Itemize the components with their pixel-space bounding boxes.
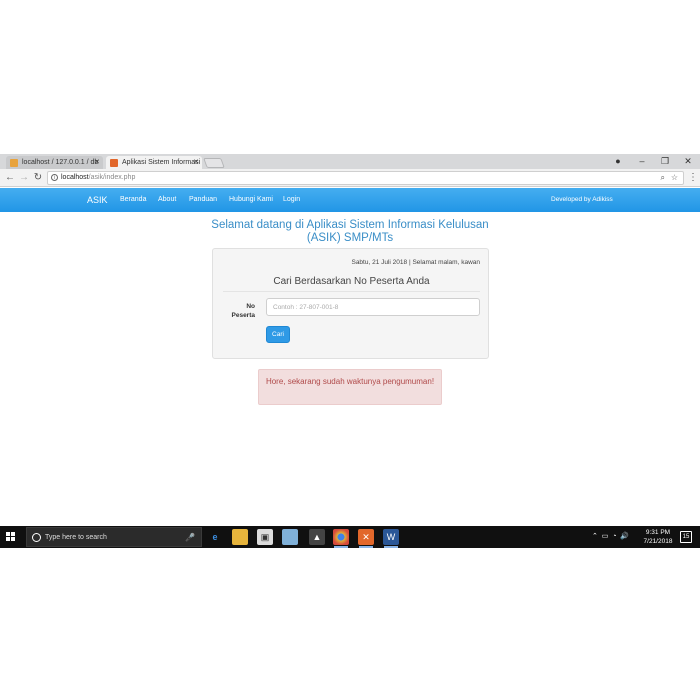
tab-label: Aplikasi Sistem Informasi — [122, 159, 201, 166]
clock-time: 9:31 PM — [645, 529, 671, 536]
page-title: Selamat datang di Aplikasi Sistem Inform… — [211, 219, 489, 244]
network-icon[interactable]: ◔ — [612, 533, 616, 540]
windows-taskbar: Type here to search 🎤 e ▣ ▲ ✕ W ⌃ ▭ ◔ 🔊 … — [0, 526, 700, 548]
developer-credit: Developed by Adikiss — [551, 196, 613, 203]
edge-icon[interactable]: e — [207, 529, 223, 545]
notepad-icon[interactable] — [282, 529, 298, 545]
nav-panduan[interactable]: Panduan — [189, 188, 217, 212]
date-greeting: Sabtu, 21 Juli 2018 | Selamat malam, kaw… — [351, 259, 480, 266]
chrome-icon[interactable] — [333, 529, 349, 548]
system-tray[interactable]: ⌃ ▭ ◔ 🔊 — [592, 526, 629, 548]
windows-start-icon[interactable] — [6, 532, 16, 542]
app-icon[interactable]: ▲ — [309, 529, 325, 545]
zoom-icon[interactable]: ⌕ — [661, 172, 665, 184]
nav-hubungi-kami[interactable]: Hubungi Kami — [229, 188, 273, 212]
panel-heading: Cari Berdasarkan No Peserta Anda — [223, 276, 480, 292]
chevron-up-icon[interactable]: ⌃ — [592, 533, 598, 540]
back-icon[interactable]: ← — [3, 171, 17, 185]
info-icon[interactable]: i — [51, 174, 58, 181]
nav-beranda[interactable]: Beranda — [120, 188, 146, 212]
cortana-icon — [32, 533, 41, 542]
close-tab-icon[interactable]: ✕ — [193, 156, 199, 169]
browser-tabstrip: localhost / 127.0.0.1 / db ✕ Aplikasi Si… — [0, 154, 700, 169]
xampp-taskbar-icon[interactable]: ✕ — [358, 529, 374, 548]
restore-icon[interactable]: ❐ — [655, 154, 675, 169]
menu-icon[interactable]: ⋮ — [686, 171, 700, 185]
close-tab-icon[interactable]: ✕ — [94, 156, 100, 169]
no-peserta-input[interactable] — [266, 298, 480, 316]
new-tab-button[interactable] — [203, 158, 225, 168]
minimize-icon[interactable]: – — [632, 154, 652, 169]
cari-button[interactable]: Cari — [266, 326, 290, 343]
tab-phpmyadmin[interactable]: localhost / 127.0.0.1 / db ✕ — [6, 156, 103, 169]
word-icon[interactable]: W — [383, 529, 399, 548]
url-path: /asik/index.php — [88, 174, 136, 181]
tab-asik[interactable]: Aplikasi Sistem Informasi ✕ — [106, 156, 202, 169]
close-window-icon[interactable]: ✕ — [678, 154, 698, 169]
taskbar-search-placeholder: Type here to search — [45, 534, 107, 541]
taskbar-clock[interactable]: 9:31 PM 7/21/2018 — [640, 528, 676, 546]
action-center-icon[interactable]: 15 — [680, 531, 692, 543]
brand-link[interactable]: ASIK — [87, 188, 108, 212]
file-explorer-icon[interactable] — [232, 529, 248, 545]
nav-about[interactable]: About — [158, 188, 176, 212]
site-navbar: ASIK Beranda About Panduan Hubungi Kami … — [0, 188, 700, 212]
browser-toolbar: ← → ↻ i localhost/asik/index.php ⌕ ☆ ⋮ — [0, 169, 700, 187]
volume-icon[interactable]: 🔊 — [620, 533, 629, 540]
taskbar-search[interactable]: Type here to search 🎤 — [26, 527, 202, 547]
no-peserta-label: No Peserta — [231, 303, 256, 319]
clock-date: 7/21/2018 — [643, 538, 673, 545]
store-icon[interactable]: ▣ — [257, 529, 273, 545]
url-host: localhost — [61, 174, 89, 181]
battery-icon[interactable]: ▭ — [602, 533, 609, 540]
search-panel: Sabtu, 21 Juli 2018 | Selamat malam, kaw… — [212, 248, 489, 359]
microphone-icon[interactable]: 🎤 — [185, 528, 195, 547]
profile-icon[interactable]: ● — [608, 154, 628, 169]
forward-icon[interactable]: → — [17, 171, 31, 185]
screenshot: localhost / 127.0.0.1 / db ✕ Aplikasi Si… — [0, 154, 700, 548]
xampp-icon — [110, 159, 118, 167]
announcement-alert: Hore, sekarang sudah waktunya pengumuman… — [258, 369, 442, 405]
nav-login[interactable]: Login — [283, 188, 300, 212]
phpmyadmin-icon — [10, 159, 18, 167]
reload-icon[interactable]: ↻ — [31, 171, 45, 185]
tab-label: localhost / 127.0.0.1 / db — [22, 159, 99, 166]
address-bar[interactable]: i localhost/asik/index.php ⌕ ☆ — [47, 171, 684, 185]
bookmark-star-icon[interactable]: ☆ — [671, 172, 678, 184]
